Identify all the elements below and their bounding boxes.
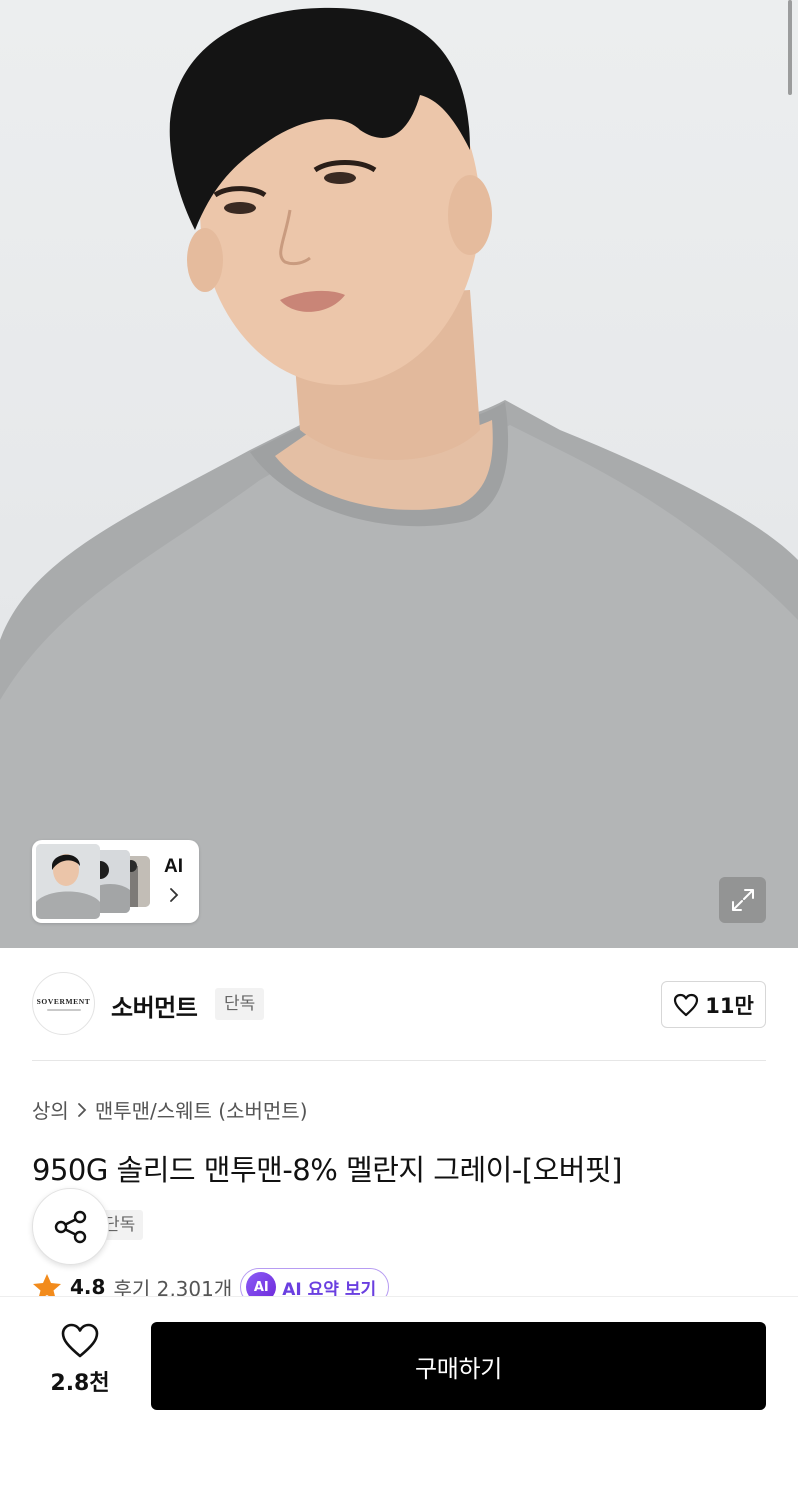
brand-name[interactable]: 소버먼트 (111, 988, 198, 1023)
heart-icon (61, 1323, 99, 1358)
brand-logo-text: SOVERMENT (36, 996, 91, 1006)
buy-button[interactable]: 구매하기 (151, 1322, 766, 1410)
chevron-right-icon (170, 888, 179, 902)
chevron-right-icon (77, 1102, 87, 1117)
heart-icon (674, 993, 699, 1016)
product-photo (0, 7, 798, 948)
product-like-count: 2.8천 (50, 1371, 110, 1396)
breadcrumb-item[interactable]: 상의 (32, 1095, 69, 1124)
ai-label: AI (164, 856, 183, 877)
expand-button[interactable] (719, 877, 766, 923)
brand-logo-underline (46, 1008, 81, 1011)
exclusive-badge: 단독 (215, 988, 265, 1020)
divider (32, 1060, 766, 1061)
share-icon (54, 1210, 86, 1243)
brand-row: SOVERMENT 소버먼트 단독 11만 (32, 972, 766, 1036)
breadcrumb-item[interactable]: 맨투맨/스웨트 (소버먼트) (95, 1095, 308, 1124)
purchase-bar: 2.8천 구매하기 (0, 1296, 798, 1500)
breadcrumb: 상의 맨투맨/스웨트 (소버먼트) (32, 1095, 308, 1124)
product-like-button[interactable]: 2.8천 (30, 1323, 130, 1403)
expand-icon (731, 889, 754, 911)
thumbnail-image (36, 844, 100, 919)
brand-like-count: 11만 (705, 993, 754, 1018)
scroll-indicator[interactable] (788, 0, 792, 95)
ai-thumbnail-strip[interactable]: AI (32, 840, 199, 923)
product-title: 950G 솔리드 맨투맨-8% 멜란지 그레이-[오버핏] (32, 1153, 622, 1187)
brand-like-button[interactable]: 11만 (661, 981, 766, 1028)
brand-logo[interactable]: SOVERMENT (32, 972, 95, 1035)
product-hero-image[interactable]: AI (0, 0, 798, 948)
share-button[interactable] (32, 1188, 109, 1265)
